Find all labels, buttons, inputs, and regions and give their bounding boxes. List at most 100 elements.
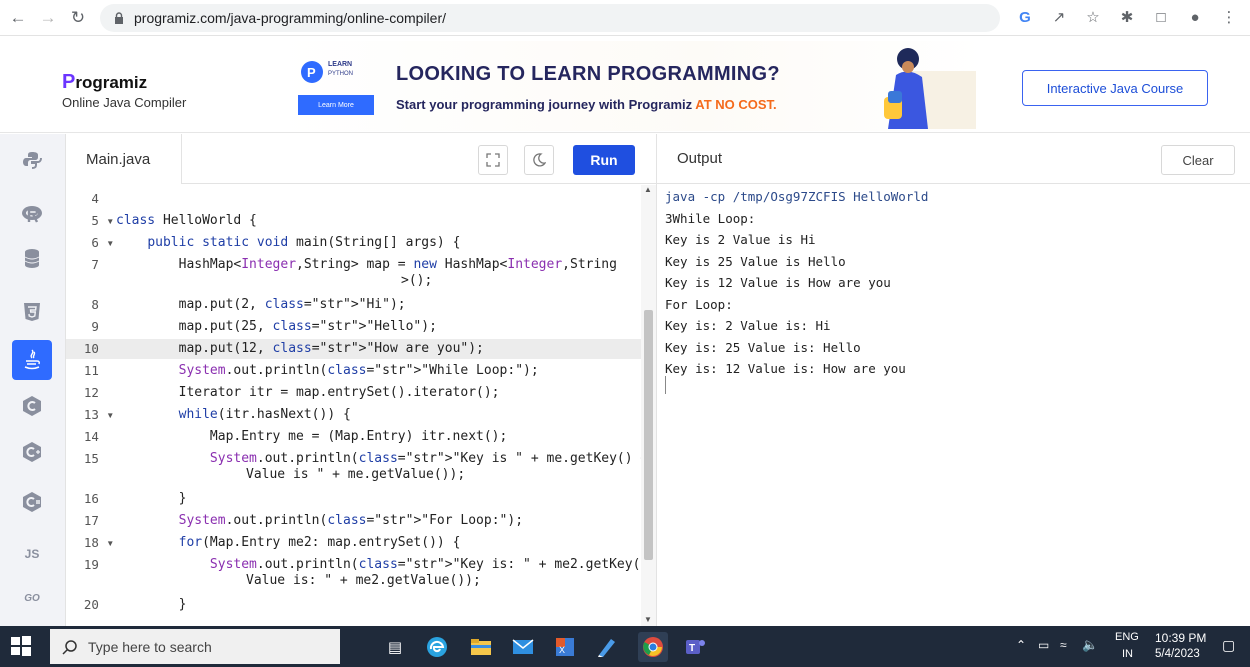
code-text: class HelloWorld { [116, 213, 257, 228]
taskbar-search-input[interactable]: Type here to search [50, 629, 340, 664]
input-language-top[interactable]: ENG [1115, 631, 1139, 643]
output-console[interactable]: java -cp /tmp/Osg97ZCFIS HelloWorld 3Whil… [665, 186, 1245, 394]
url-text: programiz.com/java-programming/online-co… [134, 10, 446, 26]
editor-scrollbar[interactable]: ▲ ▼ [641, 185, 656, 626]
code-text: map.put(2, class="str">"Hi"); [116, 297, 406, 312]
share-icon[interactable]: ↗ [1048, 6, 1070, 28]
code-line[interactable]: 7 HashMap<Integer,String> map = new Hash… [66, 255, 641, 275]
reload-icon[interactable]: ↻ [66, 6, 90, 30]
address-bar[interactable]: programiz.com/java-programming/online-co… [100, 4, 1000, 32]
clock-date[interactable]: 5/4/2023 [1155, 648, 1200, 660]
tray-expand-icon[interactable]: ⌃ [1016, 638, 1026, 652]
sql-icon[interactable] [12, 238, 52, 278]
code-line-wrap: >(); [401, 273, 433, 288]
sidepanel-icon[interactable]: □ [1150, 6, 1172, 28]
output-line: Key is 12 Value is How are you [665, 275, 891, 290]
c-icon[interactable] [12, 386, 52, 426]
menu-icon[interactable]: ⋮ [1218, 6, 1240, 28]
ad-banner[interactable]: P LEARN PYTHON Learn More LOOKING TO LEA… [276, 41, 986, 131]
code-line[interactable]: 9 map.put(25, class="str">"Hello"); [66, 317, 641, 337]
code-editor-pane: Main.java Run 4 5 ▾ class HelloWorld {6 ▾… [66, 134, 656, 626]
back-icon[interactable]: ← [6, 6, 30, 30]
line-number: 15 [83, 451, 114, 466]
profile-icon[interactable]: ● [1184, 6, 1206, 28]
dark-mode-icon[interactable] [524, 145, 554, 175]
code-line[interactable]: 11 System.out.println(class="str">"While… [66, 361, 641, 381]
go-icon[interactable]: GO [12, 578, 52, 618]
scroll-down-icon[interactable]: ▼ [644, 615, 652, 624]
ad-subtitle: Start your programming journey with Prog… [396, 97, 777, 112]
chrome-icon[interactable] [638, 632, 668, 662]
network-icon[interactable]: ≈ [1060, 638, 1067, 652]
code-line[interactable]: 4 [66, 189, 641, 209]
code-line[interactable]: 5 ▾ class HelloWorld { [66, 211, 641, 231]
battery-icon[interactable]: ▭ [1038, 638, 1049, 652]
code-line[interactable]: 20 } [66, 595, 641, 615]
code-line[interactable]: 8 map.put(2, class="str">"Hi"); [66, 295, 641, 315]
cpp-icon[interactable] [12, 432, 52, 472]
clock-time[interactable]: 10:39 PM [1155, 631, 1206, 645]
output-line: Key is 2 Value is Hi [665, 232, 816, 247]
code-line[interactable]: 12 Iterator itr = map.entrySet().iterato… [66, 383, 641, 403]
file-explorer-icon[interactable] [466, 632, 496, 662]
task-view-icon[interactable]: ▤ [380, 632, 410, 662]
code-line[interactable]: 14 Map.Entry me = (Map.Entry) itr.next()… [66, 427, 641, 447]
site-header: Programiz Online Java Compiler P LEARN P… [0, 37, 1250, 133]
code-line[interactable]: 18 ▾ for(Map.Entry me2: map.entrySet()) … [66, 533, 641, 553]
output-line: Key is: 12 Value is: How are you [665, 361, 906, 376]
scroll-up-icon[interactable]: ▲ [644, 185, 652, 194]
edge-icon[interactable] [422, 632, 452, 662]
html-icon[interactable] [12, 292, 52, 332]
windows-start-icon[interactable] [10, 635, 32, 657]
code-line[interactable]: 16 } [66, 489, 641, 509]
run-button[interactable]: Run [573, 145, 635, 175]
ad-badge-top: LEARN [328, 61, 353, 68]
line-number: 18 ▾ [83, 535, 114, 550]
ad-illustration-icon [884, 48, 976, 129]
line-number: 14 [83, 429, 114, 444]
forward-icon[interactable]: → [36, 6, 60, 30]
volume-icon[interactable]: 🔈 [1082, 637, 1098, 653]
code-line-wrap: Value is " + me.getValue()); [246, 467, 466, 482]
r-icon[interactable] [12, 194, 52, 234]
output-toolbar: Output Clear [657, 134, 1250, 184]
bookmark-star-icon[interactable]: ☆ [1082, 6, 1104, 28]
code-line[interactable]: 13 ▾ while(itr.hasNext()) { [66, 405, 641, 425]
input-language-bottom[interactable]: IN [1122, 648, 1133, 660]
csharp-icon[interactable] [12, 482, 52, 522]
editor-scrollbar-thumb[interactable] [644, 310, 653, 560]
code-area[interactable]: 4 5 ▾ class HelloWorld {6 ▾ public static… [66, 185, 656, 626]
notification-icon[interactable]: ▢ [1222, 637, 1235, 654]
output-line: 3While Loop: [665, 210, 756, 226]
mail-icon[interactable] [508, 632, 538, 662]
output-line: Key is: 2 Value is: Hi [665, 318, 831, 333]
google-icon[interactable]: G [1014, 6, 1036, 28]
line-number: 7 [91, 257, 114, 272]
taskbar: Type here to search ▤ X T ⌃ ▭ ≈ 🔈 ENG IN… [0, 626, 1250, 667]
code-line[interactable]: 6 ▾ public static void main(String[] arg… [66, 233, 641, 253]
programiz-logo[interactable]: Programiz [62, 71, 147, 94]
line-number: 9 [91, 319, 114, 334]
interactive-course-button[interactable]: Interactive Java Course [1022, 70, 1208, 106]
code-line-wrap: Value is: " + me2.getValue()); [246, 573, 481, 588]
svg-text:T: T [689, 643, 695, 654]
code-text: while(itr.hasNext()) { [178, 407, 351, 422]
file-tab[interactable]: Main.java [66, 134, 182, 184]
ad-learn-more-button[interactable]: Learn More [298, 95, 374, 115]
code-text: map.put(25, class="str">"Hello"); [116, 319, 437, 334]
code-line[interactable]: 17 System.out.println(class="str">"For L… [66, 511, 641, 531]
js-icon[interactable]: JS [12, 534, 52, 574]
output-title: Output [677, 150, 723, 167]
java-icon[interactable] [12, 340, 52, 380]
extensions-icon[interactable]: ✱ [1116, 6, 1138, 28]
fullscreen-icon[interactable] [478, 145, 508, 175]
python-icon[interactable] [12, 140, 52, 180]
office-icon[interactable]: X [550, 632, 580, 662]
line-number: 16 [83, 491, 114, 506]
line-number: 17 [83, 513, 114, 528]
teams-icon[interactable]: T [680, 632, 710, 662]
code-line[interactable]: 10 map.put(12, class="str">"How are you"… [66, 339, 641, 359]
clear-button[interactable]: Clear [1161, 145, 1235, 175]
output-line: Key is: 25 Value is: Hello [665, 339, 861, 355]
notepad-icon[interactable] [592, 632, 622, 662]
